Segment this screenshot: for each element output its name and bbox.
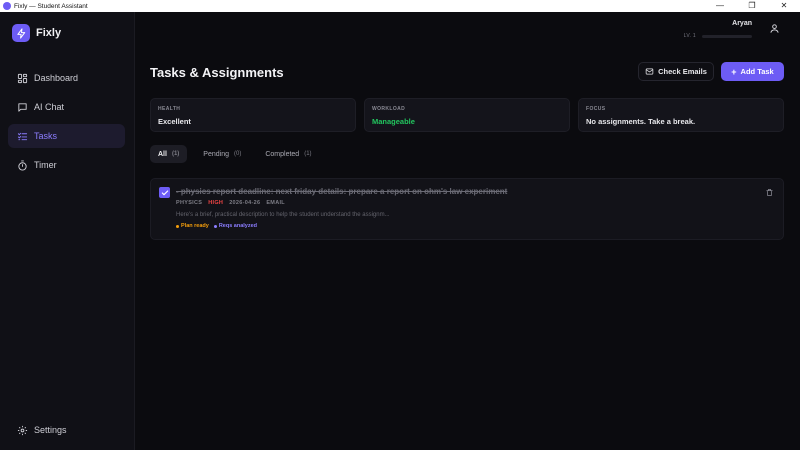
trash-icon[interactable] (764, 187, 774, 197)
check-icon (161, 189, 168, 195)
tab-label: All (158, 150, 167, 158)
check-emails-button[interactable]: Check Emails (638, 62, 714, 81)
task-title: - physics report deadline: next friday d… (176, 187, 508, 196)
sidebar-item-tasks[interactable]: Tasks (8, 124, 125, 148)
stat-value: Excellent (158, 117, 191, 126)
tab-count: (1) (304, 151, 312, 157)
task-priority: HIGH (208, 200, 224, 206)
tab-count: (1) (171, 151, 180, 157)
tasks-icon (16, 130, 28, 142)
xp-progress-bar (702, 34, 752, 38)
gear-icon (16, 424, 28, 436)
main-content: Aryan LV. 1 Tasks & Assignments Check Em… (136, 12, 800, 450)
window-titlebar: Fixly — Student Assistant — ❐ ✕ (0, 0, 800, 12)
add-task-label: Add Task (740, 67, 774, 76)
stat-label: HEALTH (158, 106, 181, 112)
sidebar-item-label: Dashboard (34, 73, 79, 83)
app-icon (3, 2, 11, 10)
sidebar-nav: Dashboard AI Chat Tasks Timer (8, 66, 125, 182)
timer-icon (16, 159, 28, 171)
plus-icon: + (731, 66, 737, 77)
stat-label: WORKLOAD (372, 106, 406, 112)
task-badges: Plan ready Reqs analyzed (176, 223, 262, 229)
user-icon[interactable] (768, 22, 780, 34)
tab-label: Completed (265, 150, 300, 158)
tab-count: (0) (234, 151, 242, 157)
user-name: Aryan (732, 20, 752, 27)
level-label: LV. 1 (683, 33, 696, 39)
task-meta: PHYSICS HIGH 2026-04-26 EMAIL (176, 200, 291, 206)
check-emails-label: Check Emails (658, 67, 707, 76)
badge-plan-ready: Plan ready (176, 223, 209, 229)
task-description: Here's a brief, practical description to… (176, 212, 390, 218)
user-summary: Aryan LV. 1 (684, 20, 752, 39)
sidebar-item-dashboard[interactable]: Dashboard (8, 66, 125, 90)
grid-icon (16, 72, 28, 84)
sidebar: Fixly Dashboard AI Chat Tasks Timer Sett… (0, 12, 135, 450)
badge-reqs-analyzed: Reqs analyzed (213, 223, 257, 229)
task-checkbox[interactable] (159, 187, 170, 198)
tab-all[interactable]: All (1) (150, 145, 188, 163)
mail-icon (645, 67, 654, 76)
stat-value: No assignments. Take a break. (586, 117, 696, 126)
brand[interactable]: Fixly (12, 24, 61, 42)
chat-icon (16, 101, 28, 113)
sidebar-item-settings[interactable]: Settings (16, 424, 67, 436)
tab-label: Pending (203, 150, 229, 158)
sidebar-item-timer[interactable]: Timer (8, 153, 125, 177)
lightning-icon (12, 24, 30, 42)
level-row: LV. 1 (684, 33, 752, 39)
task-filter-tabs: All (1) Pending (0) Completed (1) (150, 145, 328, 163)
task-subject: PHYSICS (176, 200, 203, 206)
task-date: 2026-04-26 (229, 200, 261, 206)
sidebar-item-label: Tasks (34, 131, 58, 141)
settings-label: Settings (34, 425, 67, 435)
sidebar-item-label: AI Chat (34, 102, 65, 112)
sidebar-item-ai-chat[interactable]: AI Chat (8, 95, 125, 119)
stat-label: FOCUS (586, 106, 606, 112)
task-card[interactable]: - physics report deadline: next friday d… (150, 178, 784, 240)
window-controls: — ❐ ✕ (704, 0, 800, 12)
stat-card-health: HEALTH Excellent (150, 98, 356, 132)
stat-card-focus: FOCUS No assignments. Take a break. (578, 98, 784, 132)
sidebar-item-label: Timer (34, 160, 57, 170)
tab-completed[interactable]: Completed (1) (257, 145, 319, 163)
page-title: Tasks & Assignments (150, 65, 284, 80)
close-button[interactable]: ✕ (768, 0, 800, 12)
restore-button[interactable]: ❐ (736, 0, 768, 12)
stat-card-workload: WORKLOAD Manageable (364, 98, 570, 132)
brand-name: Fixly (36, 27, 62, 39)
add-task-button[interactable]: + Add Task (721, 62, 784, 81)
task-source: EMAIL (266, 200, 285, 206)
stat-value: Manageable (372, 117, 415, 126)
tab-pending[interactable]: Pending (0) (195, 145, 249, 163)
minimize-button[interactable]: — (704, 0, 736, 12)
window-title: Fixly — Student Assistant (14, 2, 88, 10)
